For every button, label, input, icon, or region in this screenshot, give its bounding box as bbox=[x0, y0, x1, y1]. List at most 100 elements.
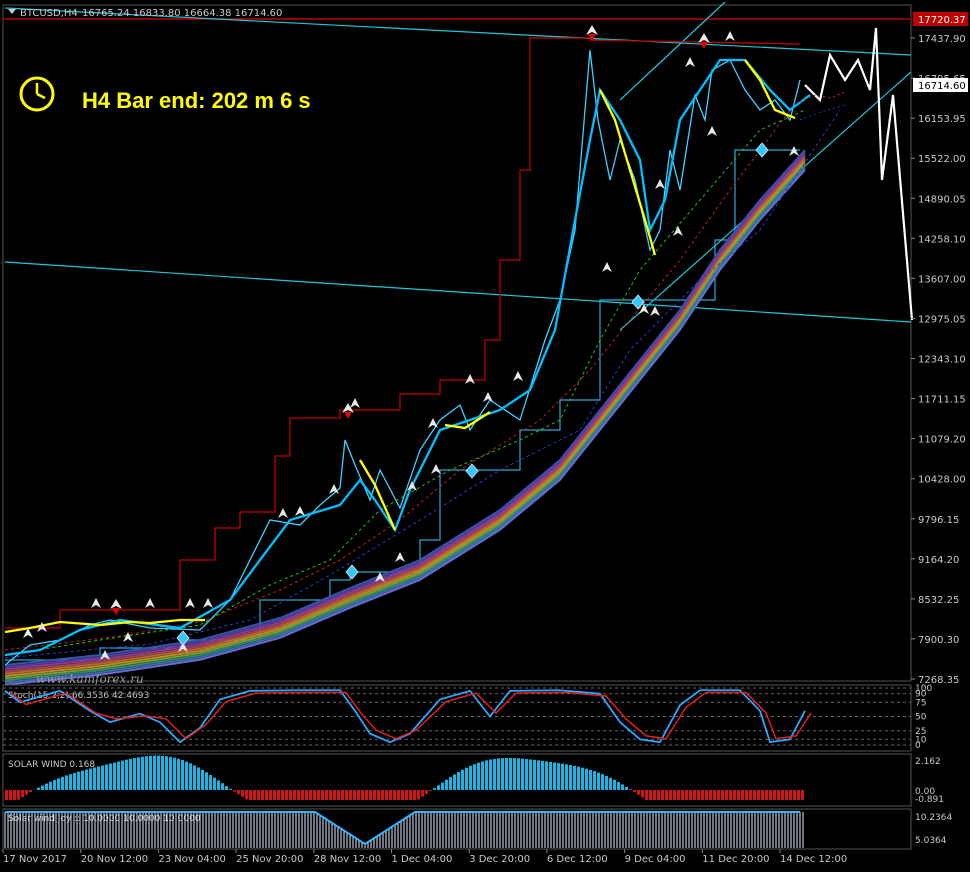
solar-bar bbox=[749, 790, 752, 800]
stoch-levels: 10075502509010 bbox=[3, 684, 932, 751]
solar-bar bbox=[609, 777, 612, 790]
solar-bar bbox=[65, 775, 68, 790]
solar-bar bbox=[53, 779, 56, 790]
solar-bar bbox=[277, 790, 280, 800]
solar-bar bbox=[189, 763, 192, 790]
solar-bar bbox=[157, 755, 160, 790]
solar-bar bbox=[733, 790, 736, 800]
solar-bar bbox=[109, 763, 112, 790]
solar-bar bbox=[89, 768, 92, 790]
solar-bar bbox=[25, 790, 28, 795]
solar-bar bbox=[257, 790, 260, 800]
solar-bar bbox=[149, 755, 152, 790]
solar-bar bbox=[501, 758, 504, 790]
solar-bar bbox=[245, 790, 248, 800]
buy-signal-icon bbox=[345, 564, 359, 580]
solar-bar bbox=[237, 790, 240, 795]
solar-bar bbox=[233, 790, 236, 792]
solar-bar bbox=[685, 790, 688, 800]
solar-bar bbox=[517, 758, 520, 790]
price-tick-label: 10428.00 bbox=[918, 475, 966, 486]
lower-step-line bbox=[5, 149, 800, 661]
solar-bar bbox=[181, 760, 184, 790]
solar-bar bbox=[333, 790, 336, 800]
solar-bar bbox=[241, 790, 244, 797]
solar-bar bbox=[661, 790, 664, 800]
fractal-arrow-icon bbox=[650, 306, 660, 316]
solar-bar bbox=[481, 761, 484, 790]
solar-bar bbox=[377, 790, 380, 800]
solar-bar bbox=[77, 771, 80, 790]
trading-chart[interactable]: BTCUSD,H4 16765.24 16833.80 16664.38 167… bbox=[0, 0, 970, 872]
solar-bar bbox=[433, 788, 436, 790]
solar-bar bbox=[545, 761, 548, 790]
ma-band-line bbox=[4, 166, 806, 684]
price-tick-label: 9164.20 bbox=[918, 555, 959, 566]
solar-scale-bottom: -0.891 bbox=[915, 795, 944, 805]
solar-bar bbox=[281, 790, 284, 800]
solar-bar bbox=[81, 770, 84, 790]
solar-bar bbox=[529, 759, 532, 790]
solar-bar bbox=[373, 790, 376, 800]
buy-signal-icon bbox=[755, 142, 769, 158]
solar-joy-panel[interactable]: Solar wind joy :: 10.0000 10.0000 10.000… bbox=[2, 808, 952, 850]
solar-bar bbox=[37, 787, 40, 790]
high-price-marker: 17720.37 bbox=[913, 12, 968, 26]
solar-bar bbox=[613, 779, 616, 790]
solar-bar bbox=[565, 764, 568, 790]
fractal-arrow-icon bbox=[789, 146, 799, 156]
fractal-arrow-icon bbox=[91, 598, 101, 608]
solar-bar bbox=[437, 785, 440, 790]
solar-bar bbox=[21, 790, 24, 798]
fractal-arrow-icon bbox=[350, 398, 360, 408]
fractal-arrow-icon bbox=[725, 31, 735, 41]
solar-bar bbox=[681, 790, 684, 800]
solar-bar bbox=[365, 790, 368, 800]
joy-scale-bottom: 5.0364 bbox=[915, 836, 947, 846]
time-tick-label: 20 Nov 12:00 bbox=[81, 854, 148, 865]
ma-band-line bbox=[4, 158, 806, 675]
ma-band-line bbox=[4, 160, 806, 677]
solar-bar bbox=[13, 790, 16, 800]
solar-bar bbox=[789, 790, 792, 800]
fractal-arrow-icon bbox=[278, 508, 288, 518]
solar-bar bbox=[673, 790, 676, 800]
solar-bar bbox=[197, 767, 200, 790]
price-tick-label: 14258.10 bbox=[918, 234, 966, 245]
solar-bar bbox=[209, 774, 212, 790]
solar-wind-panel[interactable]: SOLAR WIND 0.168 2.162 0.00 -0.891 bbox=[2, 753, 944, 807]
price-tick-label: 15522.00 bbox=[918, 154, 966, 165]
solar-bar bbox=[9, 790, 12, 800]
solar-bar bbox=[765, 790, 768, 800]
solar-bar bbox=[165, 756, 168, 790]
solar-bar bbox=[185, 761, 188, 790]
fractal-arrow-icon bbox=[431, 464, 441, 474]
solar-bar bbox=[305, 790, 308, 800]
solar-bar bbox=[657, 790, 660, 800]
ma-band-line bbox=[4, 149, 806, 666]
solar-bar bbox=[369, 790, 372, 800]
solar-bar bbox=[653, 790, 656, 800]
header-triangle-icon[interactable] bbox=[8, 9, 16, 14]
solar-bar bbox=[217, 780, 220, 790]
solar-bar bbox=[505, 757, 508, 790]
stochastic-panel[interactable]: Stoch(15,2,2) 66.3536 42.4693 1007550250… bbox=[2, 684, 932, 752]
solar-bar bbox=[389, 790, 392, 800]
solar-bar bbox=[61, 776, 64, 790]
solar-bar bbox=[49, 781, 52, 790]
solar-bar bbox=[73, 772, 76, 790]
red-envelope-line bbox=[5, 37, 801, 629]
solar-bar bbox=[317, 790, 320, 800]
fractal-arrow-icon bbox=[185, 598, 195, 608]
solar-bar bbox=[641, 790, 644, 798]
solar-bar bbox=[193, 765, 196, 790]
solar-bar bbox=[777, 790, 780, 800]
solar-bar bbox=[265, 790, 268, 800]
solar-bar bbox=[321, 790, 324, 800]
solar-bar bbox=[669, 790, 672, 800]
solar-bar bbox=[753, 790, 756, 800]
solar-bar bbox=[741, 790, 744, 800]
ma-band-line bbox=[4, 169, 806, 686]
solar-bar bbox=[649, 790, 652, 800]
solar-bar bbox=[593, 771, 596, 790]
